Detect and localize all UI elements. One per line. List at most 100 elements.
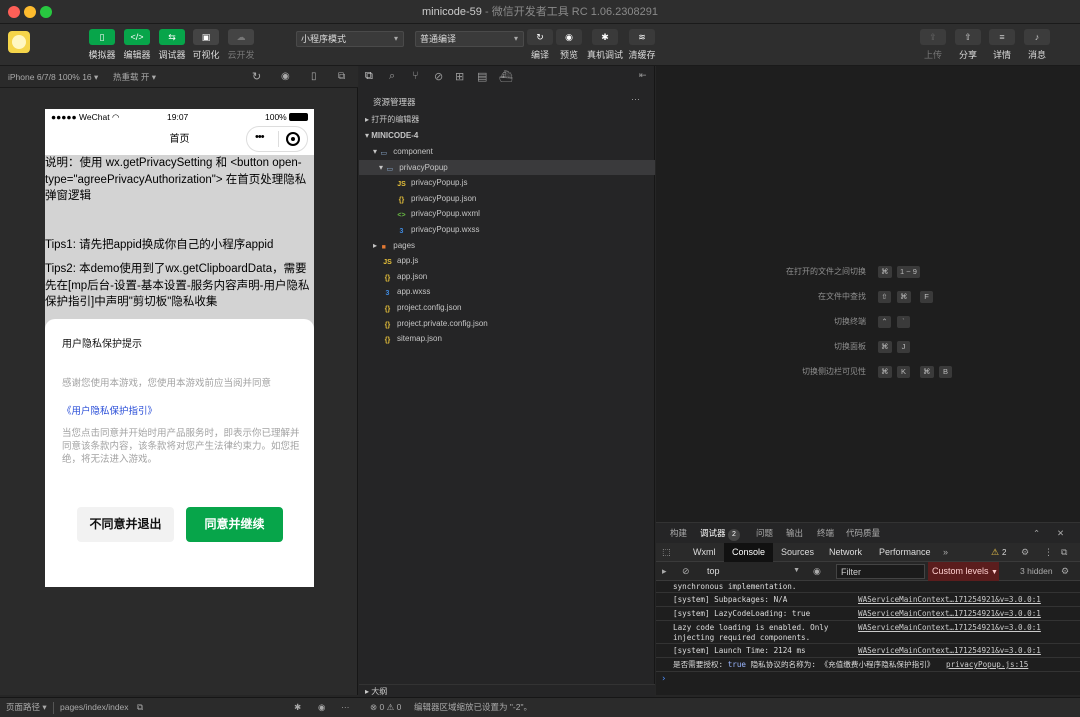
dock-icon[interactable]: ⧉: [1061, 543, 1067, 562]
more-dots-icon[interactable]: •••: [255, 131, 265, 143]
details-button[interactable]: ≡ 详情: [987, 29, 1017, 63]
close-window-button[interactable]: [8, 6, 20, 18]
real-device-debug-button[interactable]: ✱ 真机调试: [587, 29, 623, 63]
cloud-button[interactable]: ☁ 云开发: [226, 29, 256, 63]
sidebar-toggle-icon[interactable]: ▸: [662, 562, 667, 581]
project-section[interactable]: ▾ MINICODE-4: [359, 128, 655, 144]
outline-section[interactable]: ▸ 大纲: [359, 684, 655, 698]
tree-item[interactable]: <> privacyPopup.wxml: [359, 206, 655, 222]
privacy-guide-link[interactable]: 《用户隐私保护指引》: [62, 403, 157, 417]
tree-item[interactable]: {} privacyPopup.json: [359, 191, 655, 207]
shortcut-row: 切换面板 ⌘ J: [656, 341, 1080, 355]
preview-button[interactable]: ◉ 预览: [554, 29, 584, 63]
log-source-link[interactable]: WAServiceMainContext…171254921&v=3.0.0:1: [858, 623, 1041, 633]
layers-icon: ≋: [629, 29, 655, 45]
kebab-icon[interactable]: ⋮: [1044, 543, 1053, 562]
more-icon[interactable]: ···: [631, 94, 640, 104]
tab-console[interactable]: Console: [724, 543, 774, 562]
editor-button[interactable]: </> 编辑器: [122, 29, 152, 63]
more-icon[interactable]: ···: [341, 698, 350, 717]
tree-item[interactable]: {} sitemap.json: [359, 331, 655, 347]
device-select[interactable]: iPhone 6/7/8 100% 16 ▾: [8, 66, 98, 88]
editor-area: 在打开的文件之间切换 ⌘ 1 ~ 9 在文件中查找 ⇧ ⌘ F 切换终端 ⌃ ` 切换面板 ⌘ J 切换侧…: [656, 66, 1080, 522]
eye-icon[interactable]: ◉: [813, 562, 821, 581]
search-icon[interactable]: ⌕: [389, 70, 395, 83]
folder-file-icon: ▭: [380, 150, 388, 157]
record-icon[interactable]: ◉: [281, 66, 290, 88]
context-select[interactable]: top ▼: [700, 564, 802, 578]
tree-item[interactable]: {} project.private.config.json: [359, 316, 655, 332]
tab-build[interactable]: 构建: [670, 523, 687, 543]
copy-icon[interactable]: ⧉: [137, 698, 143, 717]
files-icon[interactable]: ⧉: [365, 70, 373, 83]
accept-button[interactable]: 同意并继续: [186, 507, 283, 542]
shortcut-key: ⌘: [878, 341, 892, 353]
bug-icon[interactable]: ✱: [294, 698, 301, 717]
tab-performance[interactable]: Performance: [879, 543, 931, 562]
clear-cache-button[interactable]: ≋ 清缓存: [627, 29, 657, 63]
messages-button[interactable]: ♪ 消息: [1022, 29, 1052, 63]
reject-button[interactable]: 不同意并退出: [77, 507, 174, 542]
collapse-sidebar-icon[interactable]: ⇤: [639, 70, 647, 81]
simulator-button[interactable]: ▯ 模拟器: [87, 29, 117, 63]
tree-item[interactable]: JS privacyPopup.js: [359, 175, 655, 191]
tab-debugger[interactable]: 调试器 2: [700, 523, 740, 543]
error-count[interactable]: ⊗ 0 ⚠ 0: [370, 698, 401, 717]
tree-item[interactable]: JS app.js: [359, 253, 655, 269]
folder-orange-file-icon: ■: [381, 243, 386, 251]
panel-icon[interactable]: ▤: [477, 70, 487, 83]
source-control-icon[interactable]: ⑂: [412, 70, 419, 82]
open-editors-section[interactable]: ▸ 打开的编辑器: [359, 112, 655, 128]
page-path-label[interactable]: 页面路径 ▾: [6, 698, 47, 717]
popout-icon[interactable]: ⧉: [338, 66, 345, 88]
tab-code-quality[interactable]: 代码质量: [846, 523, 880, 543]
visual-button[interactable]: ▣ 可视化: [191, 29, 221, 63]
share-button[interactable]: ⇧ 分享: [953, 29, 983, 63]
console-filter-input[interactable]: Filter: [836, 564, 925, 579]
tree-item[interactable]: 3 app.wxss: [359, 284, 655, 300]
rotate-icon[interactable]: ↻: [252, 66, 261, 88]
upload-button[interactable]: ⇪ 上传: [918, 29, 948, 63]
tree-item[interactable]: ▾ ▭ component: [359, 144, 655, 160]
minimize-window-button[interactable]: [24, 6, 36, 18]
log-source-link[interactable]: WAServiceMainContext…171254921&v=3.0.0:1: [858, 609, 1041, 619]
clear-console-icon[interactable]: ⊘: [682, 562, 690, 581]
tree-item[interactable]: {} project.config.json: [359, 300, 655, 316]
user-avatar[interactable]: [8, 31, 30, 53]
tree-item[interactable]: ▾ ▭ privacyPopup: [359, 159, 655, 176]
warning-icon: ⚠: [386, 702, 395, 712]
close-icon[interactable]: ✕: [1057, 523, 1064, 543]
log-source-link[interactable]: WAServiceMainContext…171254921&v=3.0.0:1: [858, 646, 1041, 656]
tree-item[interactable]: ▸ ■ pages: [359, 238, 655, 254]
mode-select[interactable]: 小程序模式 ▾: [296, 31, 404, 47]
chevron-up-icon[interactable]: ⌃: [1033, 523, 1040, 543]
hot-reload-toggle[interactable]: 热重载 开 ▾: [113, 66, 156, 88]
close-miniprogram-icon[interactable]: [286, 132, 300, 146]
tree-item[interactable]: 3 privacyPopup.wxss: [359, 222, 655, 238]
json-file-icon: {}: [398, 196, 405, 204]
console-prompt-icon[interactable]: ›: [661, 674, 666, 684]
tab-terminal[interactable]: 终端: [817, 523, 834, 543]
inspect-icon[interactable]: ⬚: [662, 543, 671, 562]
zoom-window-button[interactable]: [40, 6, 52, 18]
compile-mode-select[interactable]: 普通编译 ▾: [415, 31, 524, 47]
tab-output[interactable]: 输出: [786, 523, 803, 543]
tab-sources[interactable]: Sources: [781, 543, 814, 562]
eye-icon[interactable]: ◉: [318, 698, 325, 717]
tab-problems[interactable]: 问题: [756, 523, 773, 543]
tab-wxml[interactable]: Wxml: [693, 543, 716, 562]
extensions-icon[interactable]: ⊞: [455, 70, 464, 83]
debug-icon[interactable]: ⊘: [434, 70, 443, 83]
tab-network[interactable]: Network: [829, 543, 862, 562]
log-source-link[interactable]: WAServiceMainContext…171254921&v=3.0.0:1: [858, 595, 1041, 605]
more-tabs-icon[interactable]: »: [943, 543, 948, 562]
tree-item[interactable]: {} app.json: [359, 269, 655, 285]
log-source-link[interactable]: privacyPopup.js:15: [946, 660, 1028, 670]
docker-icon[interactable]: ⛴: [499, 70, 513, 83]
gear-icon[interactable]: ⚙: [1021, 543, 1029, 562]
modal-body: 当您点击同意并开始时用产品服务时，即表示你已理解并同意该条款内容，该条款将对您产…: [62, 428, 300, 465]
levels-select[interactable]: Custom levels ▼: [928, 562, 999, 581]
console-settings-icon[interactable]: ⚙: [1061, 562, 1069, 581]
debugger-button[interactable]: ⇆ 调试器: [157, 29, 187, 63]
phone-icon[interactable]: ▯: [311, 66, 317, 88]
